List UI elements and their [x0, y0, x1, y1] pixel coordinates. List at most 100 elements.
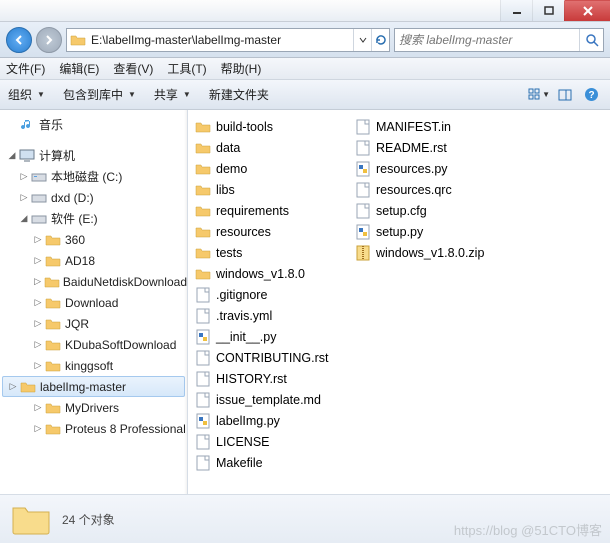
file-name: LICENSE: [216, 435, 270, 449]
expand-icon[interactable]: ▷: [18, 171, 30, 182]
toolbar-organize[interactable]: 组织▼: [8, 86, 45, 103]
file-item[interactable]: __init__.py: [192, 326, 352, 347]
tree-drive-d[interactable]: ▷dxd (D:): [0, 187, 187, 208]
file-item[interactable]: LICENSE: [192, 431, 352, 452]
tree-folder-label: AD18: [65, 254, 95, 268]
tree-folder-item[interactable]: ▷KDubaSoftDownload: [0, 334, 187, 355]
tree-folder-item[interactable]: ▷Download: [0, 292, 187, 313]
collapse-icon[interactable]: ◢: [6, 150, 18, 161]
help-button[interactable]: ?: [580, 84, 602, 106]
expand-icon[interactable]: ▷: [32, 318, 44, 329]
file-item[interactable]: resources: [192, 221, 352, 242]
file-icon: [194, 287, 212, 303]
file-item[interactable]: tests: [192, 242, 352, 263]
file-name: windows_v1.8.0: [216, 267, 305, 281]
expand-icon[interactable]: ▷: [32, 276, 43, 287]
file-icon: [354, 140, 372, 156]
toolbar-share[interactable]: 共享▼: [154, 86, 191, 103]
file-name: .travis.yml: [216, 309, 272, 323]
expand-icon[interactable]: ▷: [32, 234, 44, 245]
status-bar: 24 个对象: [0, 494, 610, 543]
expand-icon[interactable]: ▷: [7, 381, 19, 392]
file-item[interactable]: demo: [192, 158, 352, 179]
window-minimize-button[interactable]: [500, 0, 532, 21]
collapse-icon[interactable]: ◢: [18, 213, 30, 224]
toolbar-include-in-library[interactable]: 包含到库中▼: [63, 86, 136, 103]
tree-folder-item[interactable]: ▷BaiduNetdiskDownload: [0, 271, 187, 292]
file-item[interactable]: CONTRIBUTING.rst: [192, 347, 352, 368]
tree-folder-item[interactable]: ▷JQR: [0, 313, 187, 334]
file-item[interactable]: windows_v1.8.0.zip: [352, 242, 512, 263]
file-icon: [194, 371, 212, 387]
tree-drive-c[interactable]: ▷本地磁盘 (C:): [0, 166, 187, 187]
file-item[interactable]: setup.cfg: [352, 200, 512, 221]
nav-forward-button[interactable]: [36, 27, 62, 53]
menu-file[interactable]: 文件(F): [6, 60, 45, 77]
view-options-button[interactable]: ▼: [528, 84, 550, 106]
toolbar-new-folder[interactable]: 新建文件夹: [209, 86, 269, 103]
file-item[interactable]: data: [192, 137, 352, 158]
search-input[interactable]: [395, 33, 579, 47]
tree-folder-item[interactable]: ▷360: [0, 229, 187, 250]
file-item[interactable]: .gitignore: [192, 284, 352, 305]
tree-computer[interactable]: ◢计算机: [0, 145, 187, 166]
folder-icon: [194, 119, 212, 135]
file-name: libs: [216, 183, 235, 197]
tree-folder-item[interactable]: ▷Proteus 8 Professional: [0, 418, 187, 439]
chevron-down-icon: ▼: [128, 90, 136, 99]
chevron-down-icon: ▼: [37, 90, 45, 99]
folder-icon: [44, 358, 62, 374]
file-item[interactable]: build-tools: [192, 116, 352, 137]
file-item[interactable]: Makefile: [192, 452, 352, 473]
expand-icon[interactable]: ▷: [18, 192, 30, 203]
tree-folder-item[interactable]: ▷ AD18: [0, 250, 187, 271]
file-name: Makefile: [216, 456, 263, 470]
window-close-button[interactable]: [564, 0, 610, 21]
folder-large-icon: [10, 500, 52, 538]
expand-icon[interactable]: ▷: [32, 339, 44, 350]
file-name: CONTRIBUTING.rst: [216, 351, 329, 365]
expand-icon[interactable]: ▷: [32, 423, 44, 434]
zip-icon: [354, 245, 372, 261]
expand-icon[interactable]: ▷: [32, 255, 44, 266]
file-item[interactable]: setup.py: [352, 221, 512, 242]
window-maximize-button[interactable]: [532, 0, 564, 21]
file-item[interactable]: requirements: [192, 200, 352, 221]
menu-edit[interactable]: 编辑(E): [59, 60, 99, 77]
file-icon: [194, 350, 212, 366]
file-icon: [354, 119, 372, 135]
file-item[interactable]: MANIFEST.in: [352, 116, 512, 137]
search-icon[interactable]: [579, 29, 603, 51]
file-item[interactable]: HISTORY.rst: [192, 368, 352, 389]
file-item[interactable]: resources.py: [352, 158, 512, 179]
menu-view[interactable]: 查看(V): [113, 60, 153, 77]
search-box[interactable]: [394, 28, 604, 52]
nav-back-button[interactable]: [6, 27, 32, 53]
tree-folder-item[interactable]: ▷ kinggsoft: [0, 355, 187, 376]
file-item[interactable]: windows_v1.8.0: [192, 263, 352, 284]
folder-icon: [194, 140, 212, 156]
expand-icon[interactable]: ▷: [32, 360, 44, 371]
menu-help[interactable]: 帮助(H): [221, 60, 262, 77]
preview-pane-button[interactable]: [554, 84, 576, 106]
file-item[interactable]: labelImg.py: [192, 410, 352, 431]
expand-icon[interactable]: ▷: [32, 402, 44, 413]
refresh-button[interactable]: [371, 29, 389, 51]
address-dropdown-button[interactable]: [353, 29, 371, 51]
tree-folder-label: kinggsoft: [65, 359, 113, 373]
expand-icon[interactable]: ▷: [32, 297, 44, 308]
file-item[interactable]: README.rst: [352, 137, 512, 158]
tree-folder-item[interactable]: ▷MyDrivers: [0, 397, 187, 418]
menu-tools[interactable]: 工具(T): [167, 60, 206, 77]
file-name: resources.qrc: [376, 183, 452, 197]
address-bar[interactable]: E:\labelImg-master\labelImg-master: [66, 28, 390, 52]
file-item[interactable]: resources.qrc: [352, 179, 512, 200]
py-icon: [354, 161, 372, 177]
tree-drive-e[interactable]: ◢软件 (E:): [0, 208, 187, 229]
file-item[interactable]: .travis.yml: [192, 305, 352, 326]
tree-music[interactable]: 音乐: [0, 114, 187, 135]
tree-folder-item[interactable]: ▷labelImg-master: [2, 376, 185, 397]
file-item[interactable]: issue_template.md: [192, 389, 352, 410]
file-icon: [194, 308, 212, 324]
file-item[interactable]: libs: [192, 179, 352, 200]
